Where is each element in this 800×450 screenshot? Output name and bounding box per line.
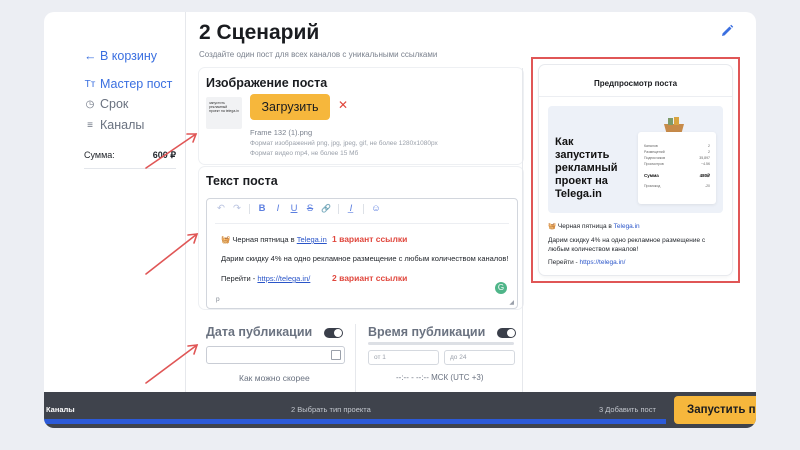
sidebar-item-label: Срок	[100, 97, 129, 111]
promo-row: Размещений 2	[644, 150, 710, 154]
editor-line-2: Дарим скидку 4% на одно рекламное размещ…	[221, 254, 509, 263]
bold-icon[interactable]: B	[256, 203, 268, 214]
toolbar-divider	[338, 203, 339, 214]
grammar-icon[interactable]: G	[495, 282, 507, 294]
time-range-bar	[368, 342, 514, 345]
variant-1-annotation: 1 вариант ссылки	[332, 234, 408, 244]
line-text: Перейти -	[548, 259, 580, 266]
sum-label: Сумма:	[84, 150, 115, 160]
sidebar-divider	[185, 12, 186, 392]
preview-image: Как запустить рекламный проект на Telega…	[548, 106, 723, 213]
promo-row: Каналов 2	[644, 144, 710, 148]
post-text-title: Текст поста	[206, 174, 278, 188]
line-text: Перейти -	[221, 274, 258, 283]
underline-icon[interactable]: U	[288, 203, 300, 214]
promo-code-row: Промокод -20	[644, 184, 710, 188]
date-input[interactable]	[206, 346, 345, 364]
promo-sum-row: Сумма 480₽	[644, 173, 710, 178]
upload-button[interactable]: Загрузить	[250, 94, 330, 120]
bottom-progress-bar: Каналы 2 Выбрать тип проекта 3 Добавить …	[44, 392, 756, 428]
preview-line-3: Перейти - https://telega.in/	[548, 258, 728, 267]
emoji-icon[interactable]: ☺	[370, 203, 382, 214]
sidebar-item-term[interactable]: ◷ Срок	[84, 97, 129, 111]
redo-icon[interactable]: ↷	[231, 203, 243, 214]
image-thumbnail: запустить рекламный проект на telega.in	[206, 97, 242, 129]
italic-icon[interactable]: I	[272, 203, 284, 214]
telega-link[interactable]: Telega.in	[297, 235, 327, 244]
sidebar-item-label: Мастер пост	[100, 77, 173, 91]
pencil-icon[interactable]	[719, 23, 735, 39]
calendar-icon[interactable]	[331, 350, 341, 360]
time-to-input[interactable]: до 24	[444, 350, 515, 365]
editor-line-1: 🧺 Черная пятница в Telega.in	[221, 235, 327, 244]
preview-line-1: 🧺 Черная пятница в Telega.in	[548, 222, 728, 231]
publish-date-label: Дата публикации	[206, 325, 313, 339]
sidebar-item-label: Каналы	[100, 118, 145, 132]
preview-card: Предпросмотр поста Как запустить рекламн…	[539, 65, 732, 275]
sum-divider	[84, 168, 176, 169]
sidebar-item-channels[interactable]: ≡ Каналы	[84, 118, 144, 132]
telega-url-link[interactable]: https://telega.in/	[257, 274, 310, 283]
page-subtitle: Создайте один пост для всех каналов с ун…	[199, 50, 438, 59]
close-icon[interactable]: ✕	[338, 98, 348, 112]
preview-url-link[interactable]: https://telega.in/	[580, 259, 626, 266]
time-from-input[interactable]: от 1	[368, 350, 439, 365]
publish-time-label: Время публикации	[368, 325, 486, 339]
progress-track	[44, 419, 666, 424]
back-to-cart-link[interactable]: ← В корзину	[84, 49, 157, 63]
app-window: ← В корзину Tт Мастер пост ◷ Срок ≡ Кана…	[44, 12, 756, 428]
schedule-divider	[355, 324, 356, 394]
step-channels[interactable]: Каналы	[46, 405, 75, 414]
preview-title: Предпросмотр поста	[593, 79, 678, 88]
preview-divider-line	[539, 96, 732, 97]
timezone-text: --:-- - --:-- МСК (UTC +3)	[396, 373, 484, 382]
sum-value: 600 ₽	[152, 150, 176, 160]
progress-fill	[44, 419, 666, 424]
post-text-card: Текст поста ↶ ↷ B I U S 🔗 I̲ ☺ 🧺 Черная …	[199, 167, 523, 309]
time-toggle[interactable]	[497, 328, 516, 338]
sidebar-item-master-post[interactable]: Tт Мастер пост	[84, 77, 173, 91]
undo-icon[interactable]: ↶	[215, 203, 227, 214]
video-format-hint: Формат видео mp4, не более 15 Мб	[250, 150, 359, 157]
promo-row: Просмотров ~4.5К	[644, 162, 710, 166]
line-text: 🧺 Черная пятница в	[221, 235, 297, 244]
clear-format-icon[interactable]: I̲	[345, 203, 357, 214]
text-icon: Tт	[84, 78, 96, 90]
post-text-editor[interactable]: ↶ ↷ B I U S 🔗 I̲ ☺ 🧺 Черная пятница в Te…	[206, 198, 518, 309]
toolbar-divider	[249, 203, 250, 214]
post-image-card: Изображение поста запустить рекламный пр…	[199, 68, 523, 164]
list-icon: ≡	[87, 119, 93, 131]
promo-headline: Как запустить рекламный проект на Telega…	[555, 136, 618, 200]
promo-summary-card: Каналов 2 Размещений 2 Подписчиков 35,897 П…	[638, 132, 716, 204]
sidebar: ← В корзину Tт Мастер пост ◷ Срок ≡ Кана…	[44, 12, 184, 392]
launch-button[interactable]: Запустить п	[674, 396, 756, 424]
step-add-post[interactable]: 3 Добавить пост	[599, 405, 656, 414]
page-title: 2 Сценарий	[199, 21, 320, 44]
line-text: 🧺 Черная пятница в	[548, 223, 614, 230]
link-icon[interactable]: 🔗	[320, 204, 332, 213]
sum-row: Сумма: 600 ₽	[84, 150, 176, 161]
variant-2-annotation: 2 вариант ссылки	[332, 273, 408, 283]
preview-telega-link[interactable]: Telega.in	[614, 223, 640, 230]
editor-toolbar: ↶ ↷ B I U S 🔗 I̲ ☺	[215, 203, 382, 214]
preview-divider	[522, 68, 523, 394]
editor-line-3: Перейти - https://telega.in/	[221, 274, 310, 283]
post-image-title: Изображение поста	[206, 76, 328, 90]
resize-handle-icon[interactable]: ◢	[509, 299, 514, 306]
editor-divider	[215, 223, 509, 224]
asap-text: Как можно скорее	[239, 373, 310, 383]
clock-icon: ◷	[85, 98, 95, 110]
image-format-hint: Формат изображений png, jpg, jpeg, gif, …	[250, 140, 438, 147]
step-project-type[interactable]: 2 Выбрать тип проекта	[291, 405, 371, 414]
toolbar-divider	[363, 203, 364, 214]
promo-row: Подписчиков 35,897	[644, 156, 710, 160]
paragraph-tag: p	[216, 296, 220, 303]
file-name: Frame 132 (1).png	[250, 128, 313, 137]
preview-line-2: Дарим скидку 4% на одно рекламное размещ…	[548, 237, 706, 253]
strikethrough-icon[interactable]: S	[304, 203, 316, 214]
date-toggle[interactable]	[324, 328, 343, 338]
preview-highlight: Предпросмотр поста Как запустить рекламн…	[531, 57, 740, 283]
